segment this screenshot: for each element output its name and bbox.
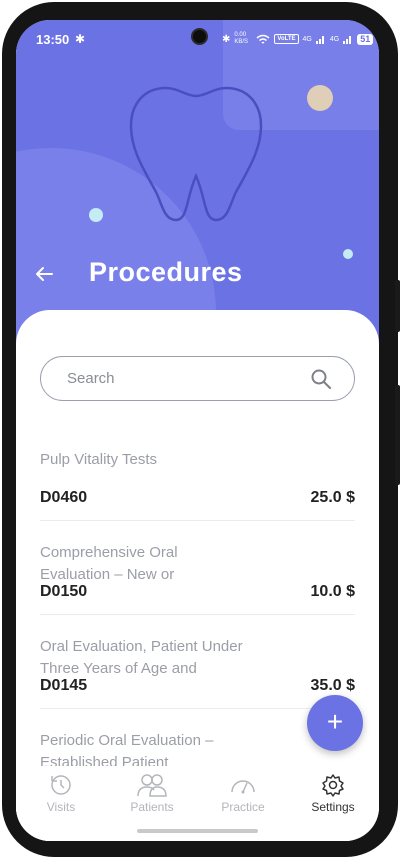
- nav-practice[interactable]: Practice: [203, 772, 283, 814]
- signal-icon-2: [343, 36, 352, 44]
- list-item[interactable]: Pulp Vitality Tests D0460 25.0 $: [40, 449, 355, 519]
- clock-history-icon: [51, 775, 71, 795]
- search-placeholder: Search: [67, 370, 115, 387]
- procedure-name: Oral Evaluation, Patient Under Three Yea…: [40, 638, 243, 677]
- add-procedure-button[interactable]: +: [307, 695, 363, 751]
- home-indicator[interactable]: [137, 829, 258, 833]
- network-label-2: 4G: [329, 35, 340, 43]
- procedure-price: 25.0 $: [310, 489, 355, 506]
- app-screen: 13:50 ✱ ✱ 0.00 KB/S VoLTE 4G 4G 51 Proce…: [16, 20, 379, 841]
- procedure-code: D0150: [40, 583, 88, 601]
- bluetooth-icon: ✱: [222, 33, 231, 45]
- data-speed: 0.00 KB/S: [234, 32, 249, 45]
- list-item[interactable]: Comprehensive Oral Evaluation – New or D…: [40, 542, 355, 612]
- divider: [40, 708, 355, 709]
- list-item[interactable]: Periodic Oral Evaluation – Established P…: [40, 730, 355, 766]
- list-item[interactable]: Oral Evaluation, Patient Under Three Yea…: [40, 636, 355, 706]
- page-title: Procedures: [89, 257, 243, 287]
- status-icons: ✱ 0.00 KB/S VoLTE 4G 4G 51: [222, 31, 374, 47]
- people-icon: [137, 774, 167, 797]
- decor-dot-beige: [307, 85, 333, 111]
- procedure-name: Pulp Vitality Tests: [40, 451, 158, 468]
- status-bar: 13:50 ✱ ✱ 0.00 KB/S VoLTE 4G 4G 51: [16, 20, 379, 60]
- procedure-code: D0460: [40, 489, 88, 506]
- header-banner: 13:50 ✱ ✱ 0.00 KB/S VoLTE 4G 4G 51 Proce…: [16, 20, 379, 350]
- nav-label: Practice: [221, 800, 265, 814]
- divider: [40, 614, 355, 615]
- procedure-name: Periodic Oral Evaluation – Established P…: [40, 732, 214, 766]
- gear-icon: [322, 774, 344, 797]
- divider: [40, 520, 355, 521]
- battery-icon: 51: [357, 33, 374, 45]
- nav-label: Visits: [46, 800, 76, 814]
- power-button: [395, 385, 400, 485]
- procedure-price: 10.0 $: [310, 583, 355, 600]
- camera-cutout: [191, 28, 208, 45]
- signal-icon: [315, 36, 324, 44]
- volte-badge: VoLTE: [274, 34, 299, 44]
- search-icon[interactable]: [310, 368, 332, 390]
- nav-label: Settings: [311, 800, 355, 814]
- wifi-icon: [256, 34, 270, 44]
- procedure-code: D0145: [40, 677, 88, 695]
- nav-visits[interactable]: Visits: [21, 772, 101, 814]
- nav-settings[interactable]: Settings: [293, 772, 373, 814]
- title-row: Procedures: [16, 255, 379, 295]
- procedure-price: 35.0 $: [310, 677, 355, 694]
- tooth-icon: [129, 86, 263, 222]
- bluetooth-icon: ✱: [75, 32, 86, 46]
- plus-icon: +: [326, 706, 344, 737]
- status-time: 13:50: [36, 32, 70, 47]
- nav-patients[interactable]: Patients: [112, 772, 192, 814]
- nav-label: Patients: [130, 800, 174, 814]
- decor-dot-cyan: [89, 208, 103, 222]
- arrow-left-icon[interactable]: [34, 258, 56, 288]
- procedure-name: Comprehensive Oral Evaluation – New or: [40, 544, 178, 583]
- search-input[interactable]: Search: [40, 356, 355, 401]
- network-label-1: 4G: [302, 35, 312, 43]
- volume-button: [395, 280, 400, 332]
- gauge-icon: [231, 780, 255, 794]
